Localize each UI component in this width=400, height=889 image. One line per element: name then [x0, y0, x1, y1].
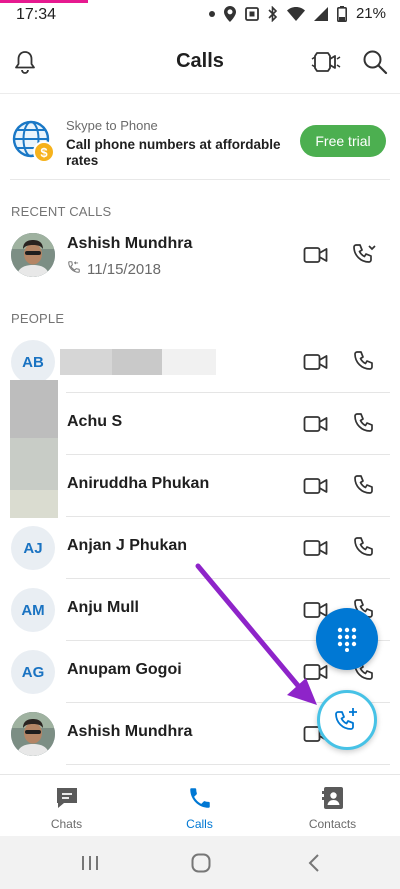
back-icon[interactable] [302, 851, 326, 875]
status-time: 17:34 [16, 6, 57, 23]
contact-row[interactable]: Achu S [0, 393, 390, 455]
contact-name: Anupam Gogoi [67, 661, 182, 678]
skype-to-phone-promo: $ Skype to Phone Call phone numbers at a… [10, 108, 390, 180]
contacts-icon [320, 785, 346, 816]
tab-label: Calls [186, 817, 213, 831]
promo-kicker: Skype to Phone [66, 118, 158, 133]
contact-row[interactable]: AB [0, 331, 390, 393]
video-call-button[interactable] [302, 241, 330, 269]
new-call-button[interactable] [317, 690, 377, 750]
avatar: AJ [11, 526, 55, 570]
call-button[interactable] [350, 410, 378, 438]
call-date: 11/15/2018 [87, 260, 161, 278]
dialpad-icon [337, 627, 357, 652]
contact-name: Anjan J Phukan [67, 537, 188, 554]
status-accent-line [0, 0, 88, 3]
video-call-button[interactable] [302, 534, 330, 562]
video-call-icon[interactable] [310, 46, 342, 78]
promo-description: Call phone numbers at affordable rates [66, 137, 281, 168]
tab-contacts[interactable]: Contacts [266, 775, 399, 837]
contact-row[interactable]: Aniruddha Phukan [0, 455, 390, 517]
globe-coin-icon: $ [10, 118, 58, 171]
wifi-icon [286, 6, 305, 21]
contact-name: Anju Mull [67, 599, 139, 616]
bottom-navigation: Chats Calls Contacts [0, 774, 400, 836]
contact-name: Ashish Mundhra [67, 235, 193, 252]
video-call-button[interactable] [302, 348, 330, 376]
avatar: AG [11, 650, 55, 694]
tab-label: Contacts [308, 817, 357, 831]
system-navigation-bar [0, 836, 400, 889]
location-icon [223, 5, 236, 22]
call-button[interactable] [350, 472, 378, 500]
avatar [11, 712, 55, 756]
search-icon[interactable] [359, 46, 391, 78]
call-date-line: 11/15/2018 [67, 260, 161, 278]
call-back-button[interactable] [350, 241, 378, 269]
recent-call-row[interactable]: Ashish Mundhra 11/15/2018 [0, 224, 390, 286]
contact-row[interactable]: AJ Anjan J Phukan [0, 517, 390, 579]
avatar [11, 233, 55, 277]
video-call-button[interactable] [302, 472, 330, 500]
add-call-icon [335, 708, 357, 730]
tab-calls[interactable]: Calls [133, 775, 266, 837]
app-header: Calls [0, 30, 400, 94]
phone-icon [187, 785, 213, 816]
battery-icon [336, 5, 347, 22]
row-divider [66, 764, 390, 765]
status-bar: 17:34 21% [0, 0, 400, 30]
section-heading-recent: RECENT CALLS [11, 204, 112, 219]
call-log-icon [67, 260, 81, 278]
contact-name: Achu S [67, 413, 123, 430]
battery-percent: 21% [355, 5, 386, 22]
tab-label: Chats [50, 817, 83, 831]
recents-icon[interactable] [78, 851, 102, 875]
avatar: AM [11, 588, 55, 632]
video-call-button[interactable] [302, 410, 330, 438]
signal-icon [313, 6, 328, 21]
section-heading-people: PEOPLE [11, 311, 65, 326]
skype-calls-screen: 17:34 21% Calls $ Skype to Phone Call ph… [0, 0, 400, 889]
call-button[interactable] [350, 348, 378, 376]
free-trial-button[interactable]: Free trial [300, 125, 386, 157]
contact-name: Ashish Mundhra [67, 723, 193, 740]
dot-icon [208, 10, 215, 17]
dialpad-button[interactable] [316, 608, 378, 670]
avatar: AB [11, 340, 55, 384]
call-button[interactable] [350, 534, 378, 562]
svg-text:$: $ [40, 145, 48, 160]
obscured-name [60, 349, 216, 375]
nfc-icon [245, 6, 259, 21]
contact-name: Aniruddha Phukan [67, 475, 210, 492]
tab-chats[interactable]: Chats [0, 775, 133, 837]
bluetooth-icon [268, 5, 278, 22]
chat-icon [54, 785, 80, 816]
home-icon[interactable] [189, 851, 213, 875]
